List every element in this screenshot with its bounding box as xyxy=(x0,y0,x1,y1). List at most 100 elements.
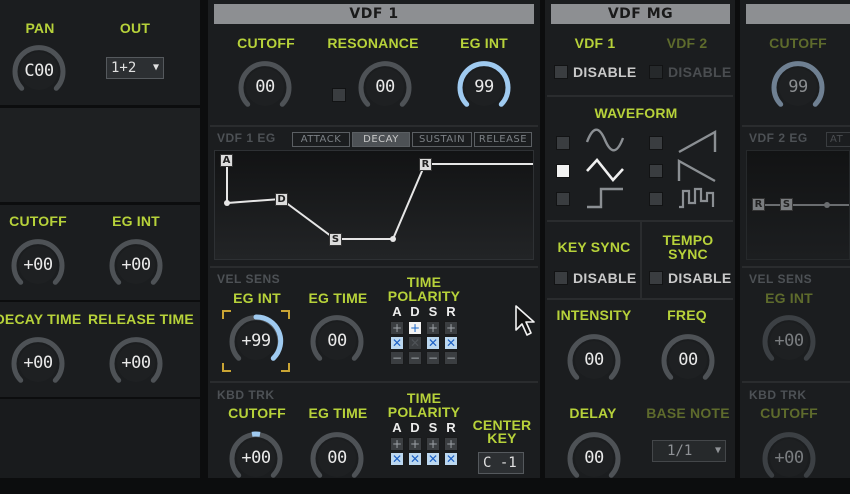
center-key-field[interactable]: C -1 xyxy=(478,452,524,474)
vdf1-resonance-knob[interactable]: 00 xyxy=(353,55,417,119)
vdf2-vel-egint-value: +00 xyxy=(774,331,804,351)
waveform-square-radio[interactable] xyxy=(556,192,570,206)
waveform-triangle-radio[interactable] xyxy=(556,164,570,178)
out-value: 1+2 xyxy=(111,60,137,76)
kbd-polarity-x-r[interactable]: ✕ xyxy=(444,452,458,466)
basenote-dropdown[interactable]: 1/1 ▼ xyxy=(652,440,726,462)
vdf2-eg-node-s[interactable]: S xyxy=(780,198,793,211)
keysync-disable-label: DISABLE xyxy=(573,270,637,286)
kbd-polarity-plus-r[interactable]: + xyxy=(444,437,458,451)
center-key-value: C -1 xyxy=(483,455,517,471)
vel-polarity-minus-r[interactable]: − xyxy=(444,351,458,365)
kbd-polarity-plus-d[interactable]: + xyxy=(408,437,422,451)
chevron-down-icon: ▼ xyxy=(152,62,159,73)
out-label: OUT xyxy=(119,20,151,36)
mg-vdf1-disable-checkbox[interactable] xyxy=(554,65,568,79)
freq-knob[interactable]: 00 xyxy=(656,328,720,392)
intensity-knob[interactable]: 00 xyxy=(562,328,626,392)
kbd-polarity-x-d[interactable]: ✕ xyxy=(408,452,422,466)
vel-polarity-plus-a[interactable]: + xyxy=(390,321,404,335)
waveform-ramp-radio[interactable] xyxy=(649,164,663,178)
vel-polarity-x-a[interactable]: ✕ xyxy=(390,336,404,350)
kbd-polarity-plus-a[interactable]: + xyxy=(390,437,404,451)
basenote-label: BASE NOTE xyxy=(646,405,730,421)
ramp-wave-icon xyxy=(677,157,717,187)
delay-knob[interactable]: 00 xyxy=(562,426,626,490)
vdf2-eg-node-r[interactable]: R xyxy=(752,198,765,211)
chevron-down-icon: ▼ xyxy=(714,445,721,456)
vdf2-eg-graph[interactable]: R S xyxy=(746,150,850,260)
vel-polarity-x-d[interactable]: ✕ xyxy=(408,336,422,350)
eg-tab-attack[interactable]: ATTACK xyxy=(292,132,350,147)
keysync-disable-checkbox[interactable] xyxy=(554,271,568,285)
vdf2-eg-title: VDF 2 EG xyxy=(749,131,808,145)
kbd-polarity-x-s[interactable]: ✕ xyxy=(426,452,440,466)
vel-egint-label: EG INT xyxy=(233,290,281,306)
vel-polarity-minus-s[interactable]: − xyxy=(426,351,440,365)
eg-tab-decay[interactable]: DECAY xyxy=(352,132,410,147)
waveform-saw-radio[interactable] xyxy=(649,136,663,150)
temposync-disable-checkbox[interactable] xyxy=(649,271,663,285)
pan-knob[interactable]: C00 xyxy=(7,39,71,103)
egint-knob-left[interactable]: +00 xyxy=(104,233,168,297)
eg-node-d-label: D xyxy=(277,194,286,205)
kbd-cutoff-knob[interactable]: +00 xyxy=(224,426,288,490)
mouse-pointer-icon xyxy=(514,304,538,342)
vel-polarity-minus-a[interactable]: − xyxy=(390,351,404,365)
eg-node-r-label: R xyxy=(421,159,430,170)
vdf2-divider-1 xyxy=(742,125,850,127)
eg-node-d[interactable]: D xyxy=(275,193,288,206)
vel-egtime-label: EG TIME xyxy=(308,290,368,306)
kbd-egtime-value: 00 xyxy=(327,448,347,468)
resonance-checkbox[interactable] xyxy=(332,88,346,102)
vel-polarity-plus-s[interactable]: + xyxy=(426,321,440,335)
kbd-adsr-letter-r: R xyxy=(446,420,456,435)
vdf2-eg-tab-attack[interactable]: AT xyxy=(826,132,850,147)
vdf1-cutoff-knob[interactable]: 00 xyxy=(233,55,297,119)
eg-node-s-label: S xyxy=(331,234,340,245)
kbd-egtime-knob[interactable]: 00 xyxy=(305,426,369,490)
cutoff-value-left: +00 xyxy=(23,255,53,275)
vel-polarity-minus-d[interactable]: − xyxy=(408,351,422,365)
kbd-polarity-plus-s[interactable]: + xyxy=(426,437,440,451)
decay-time-knob[interactable]: +00 xyxy=(6,331,70,395)
vel-polarity-x-r[interactable]: ✕ xyxy=(444,336,458,350)
vel-egtime-value: 00 xyxy=(327,331,347,351)
vdf1-egint-label: EG INT xyxy=(460,35,508,51)
waveform-random-radio[interactable] xyxy=(649,192,663,206)
eg-node-a[interactable]: A xyxy=(220,154,233,167)
delay-label: DELAY xyxy=(569,405,617,421)
waveform-sine-radio[interactable] xyxy=(556,136,570,150)
sine-wave-icon xyxy=(585,128,625,156)
vdf2-kbd-cutoff-knob[interactable]: +00 xyxy=(757,426,821,490)
vel-polarity-x-s[interactable]: ✕ xyxy=(426,336,440,350)
release-time-knob[interactable]: +00 xyxy=(104,331,168,395)
waveform-label: WAVEFORM xyxy=(594,105,678,121)
kbd-adsr-letter-a: A xyxy=(392,420,402,435)
out-dropdown[interactable]: 1+2 ▼ xyxy=(106,57,164,79)
vdf1-cutoff-value: 00 xyxy=(255,77,275,97)
vdf1-egint-knob[interactable]: 99 xyxy=(452,55,516,119)
center-key-label-2: KEY xyxy=(487,430,517,446)
kbd-polarity-x-a[interactable]: ✕ xyxy=(390,452,404,466)
freq-label: FREQ xyxy=(667,307,707,323)
vel-egint-knob[interactable]: +99 xyxy=(224,309,288,373)
random-wave-icon xyxy=(677,185,717,215)
eg-tab-sustain[interactable]: SUSTAIN xyxy=(412,132,472,147)
egint-label-left: EG INT xyxy=(112,213,160,229)
vdf1-eg-graph[interactable]: A D S R xyxy=(214,150,534,260)
mg-vdf2-disable-checkbox[interactable] xyxy=(649,65,663,79)
vdfmg-title: VDF MG xyxy=(551,4,730,24)
vdf2-cutoff-knob[interactable]: 99 xyxy=(766,55,830,119)
vdf2-vel-egint-knob[interactable]: +00 xyxy=(757,309,821,373)
vel-egtime-knob[interactable]: 00 xyxy=(305,309,369,373)
vel-egint-value: +99 xyxy=(241,331,271,351)
eg-node-r[interactable]: R xyxy=(419,158,432,171)
eg-tab-release[interactable]: RELEASE xyxy=(474,132,532,147)
eg-node-s[interactable]: S xyxy=(329,233,342,246)
mg-vertical-divider xyxy=(640,222,642,298)
cutoff-knob-left[interactable]: +00 xyxy=(6,233,70,297)
vdf2-kbd-cutoff-label: CUTOFF xyxy=(760,405,818,421)
vel-polarity-plus-r[interactable]: + xyxy=(444,321,458,335)
vel-polarity-plus-d[interactable]: + xyxy=(408,321,422,335)
